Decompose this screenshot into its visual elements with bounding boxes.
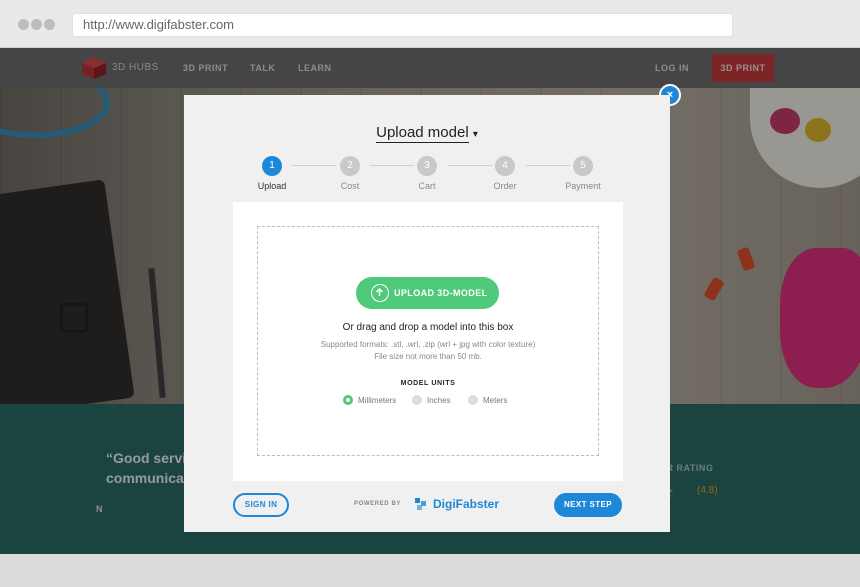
upload-panel: UPLOAD 3D-MODEL Or drag and drop a model… xyxy=(233,202,623,481)
step-number: 2 xyxy=(340,156,360,176)
digifabster-logo-icon xyxy=(415,498,426,510)
unit-option-meters[interactable]: Meters xyxy=(468,395,507,405)
upload-arrow-icon xyxy=(371,284,389,302)
modal-title-text[interactable]: Upload model xyxy=(376,124,469,143)
supported-formats: Supported formats: .stl, .wrl, .zip (wrl… xyxy=(258,339,598,363)
radio-checked-icon[interactable] xyxy=(343,395,353,405)
next-step-button[interactable]: NEXT STEP xyxy=(554,493,622,517)
powered-by-label: POWERED BY xyxy=(354,501,402,507)
radio-icon[interactable] xyxy=(468,395,478,405)
step-payment[interactable]: 5 Payment xyxy=(553,156,613,191)
step-label: Upload xyxy=(257,181,287,191)
step-label: Cost xyxy=(340,181,360,191)
step-number: 1 xyxy=(262,156,282,176)
upload-modal: Upload model ▾ 1 Upload 2 Cost 3 Cart 4 … xyxy=(184,95,670,532)
footer-strip xyxy=(0,554,860,587)
digifabster-name: DigiFabster xyxy=(433,497,500,511)
upload-3d-model-button[interactable]: UPLOAD 3D-MODEL xyxy=(356,277,499,309)
upload-button-label: UPLOAD 3D-MODEL xyxy=(394,288,488,298)
step-cost[interactable]: 2 Cost xyxy=(320,156,380,191)
step-label: Cart xyxy=(418,181,436,191)
browser-chrome: http://www.digifabster.com xyxy=(0,0,860,48)
step-cart[interactable]: 3 Cart xyxy=(397,156,457,191)
drag-drop-text: Or drag and drop a model into this box xyxy=(342,322,514,333)
unit-option-inches[interactable]: Inches xyxy=(412,395,451,405)
address-bar[interactable]: http://www.digifabster.com xyxy=(72,13,733,37)
unit-label: Millimeters xyxy=(358,395,397,405)
step-number: 5 xyxy=(573,156,593,176)
unit-label: Inches xyxy=(427,395,451,405)
dropdown-caret-icon[interactable]: ▾ xyxy=(473,129,478,141)
step-number: 4 xyxy=(495,156,515,176)
step-order[interactable]: 4 Order xyxy=(475,156,535,191)
window-dot-icon[interactable] xyxy=(18,19,29,30)
model-units-title: MODEL UNITS xyxy=(400,380,456,387)
step-label: Payment xyxy=(565,181,601,191)
window-dot-icon[interactable] xyxy=(31,19,42,30)
modal-title[interactable]: Upload model ▾ xyxy=(184,124,670,143)
step-upload[interactable]: 1 Upload xyxy=(242,156,302,191)
file-size-note: File size not more than 50 mb. xyxy=(374,352,482,361)
sign-in-button[interactable]: SIGN IN xyxy=(233,493,289,517)
unit-label: Meters xyxy=(483,395,508,405)
radio-icon[interactable] xyxy=(412,395,422,405)
formats-line: Supported formats: .stl, .wrl, .zip (wrl… xyxy=(320,340,536,349)
step-label: Order xyxy=(493,181,517,191)
unit-option-millimeters[interactable]: Millimeters xyxy=(343,395,396,405)
window-dot-icon[interactable] xyxy=(44,19,55,30)
dropzone[interactable]: UPLOAD 3D-MODEL Or drag and drop a model… xyxy=(257,226,599,456)
step-number: 3 xyxy=(417,156,437,176)
